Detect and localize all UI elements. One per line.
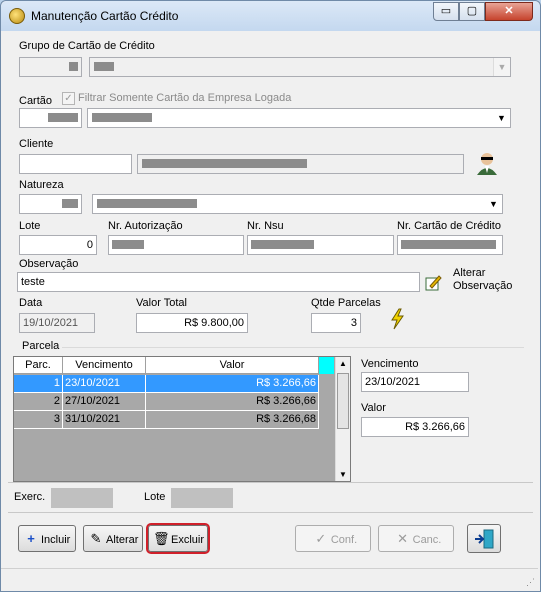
parcela-grid[interactable]: Parc. Vencimento Valor 1 23/10/2021 R$ 3… <box>13 356 351 482</box>
nr-cartao-label: Nr. Cartão de Crédito <box>397 220 501 232</box>
natureza-label: Natureza <box>19 179 64 191</box>
nr-cartao-field[interactable] <box>397 235 503 255</box>
parcela-valor-field[interactable]: R$ 3.266,66 <box>361 417 469 437</box>
filtrar-label: Filtrar Somente Cartão da Empresa Logada <box>78 92 292 104</box>
client-search-icon[interactable] <box>474 151 500 175</box>
add-icon: + <box>27 531 35 546</box>
grid-header: Parc. Vencimento Valor <box>14 357 319 374</box>
data-field: 19/10/2021 <box>19 313 95 333</box>
nr-autorizacao-field[interactable] <box>108 235 244 255</box>
conf-button[interactable]: ✓ Conf. <box>295 525 371 552</box>
nr-nsu-field[interactable] <box>247 235 394 255</box>
table-row[interactable]: 2 27/10/2021 R$ 3.266,66 <box>14 393 319 411</box>
exit-door-icon <box>475 529 494 549</box>
resize-grip-icon[interactable]: ⋰ <box>526 577 535 588</box>
cliente-label: Cliente <box>19 138 54 150</box>
valor-total-field[interactable]: R$ 9.800,00 <box>136 313 248 333</box>
lote-field[interactable]: 0 <box>19 235 97 255</box>
table-row[interactable]: 1 23/10/2021 R$ 3.266,66 <box>14 375 319 393</box>
chevron-down-icon[interactable]: ▼ <box>493 109 510 127</box>
excluir-button[interactable]: 🗑Excluir <box>146 523 210 554</box>
exit-button[interactable] <box>467 524 501 553</box>
edit-note-icon[interactable] <box>425 274 443 292</box>
check-icon: ✓ <box>315 531 327 546</box>
scroll-down-icon[interactable]: ▼ <box>336 469 350 481</box>
valor-total-label: Valor Total <box>136 297 187 309</box>
filtrar-checkbox[interactable]: ✓ <box>62 92 75 105</box>
chevron-down-icon[interactable]: ▼ <box>485 195 502 213</box>
footer-lote-field <box>171 488 233 508</box>
data-label: Data <box>19 297 43 309</box>
trash-icon: 🗑 <box>153 531 170 546</box>
minimize-button[interactable]: ▭ <box>433 2 459 21</box>
cancel-icon: ✕ <box>397 531 409 546</box>
qtde-parcelas-field[interactable]: 3 <box>311 313 361 333</box>
observacao-label: Observação <box>19 258 79 270</box>
exerc-field <box>51 488 113 508</box>
canc-button[interactable]: ✕ Canc. <box>378 525 454 552</box>
natureza-select[interactable]: ▼ <box>92 194 503 214</box>
close-icon: ✕ <box>504 5 514 17</box>
col-vencimento[interactable]: Vencimento <box>63 357 146 374</box>
grupo-label: Grupo de Cartão de Crédito <box>19 40 155 52</box>
table-row[interactable]: 3 31/10/2021 R$ 3.266,68 <box>14 411 319 429</box>
lightning-icon[interactable] <box>388 308 408 330</box>
parcela-valor-label: Valor <box>361 402 386 414</box>
cartao-select[interactable]: ▼ <box>87 108 511 128</box>
footer-lote-label: Lote <box>144 491 166 503</box>
separator <box>8 512 533 513</box>
grid-scrollbar[interactable]: ▲ ▼ <box>335 357 350 481</box>
window-title: Manutenção Cartão Crédito <box>31 9 179 23</box>
alterar-observacao-line2[interactable]: Observação <box>453 280 512 292</box>
incluir-button[interactable]: + Incluir <box>18 525 76 552</box>
scroll-up-icon[interactable]: ▲ <box>336 357 350 371</box>
col-parc[interactable]: Parc. <box>14 357 63 374</box>
grid-corner-marker <box>319 357 334 374</box>
grupo-select[interactable]: ▼ <box>89 57 511 77</box>
alterar-button[interactable]: ✎ Alterar <box>83 525 143 552</box>
separator <box>8 482 533 483</box>
maximize-button[interactable]: ▢ <box>459 2 485 21</box>
parcela-group-line <box>62 347 524 348</box>
coin-icon <box>9 8 25 24</box>
grupo-code-field[interactable] <box>19 57 82 77</box>
edit-icon: ✎ <box>90 531 102 546</box>
col-valor[interactable]: Valor <box>146 357 319 374</box>
cliente-name-field <box>137 154 464 174</box>
close-button[interactable]: ✕ <box>485 2 533 21</box>
minimize-icon: ▭ <box>440 5 452 17</box>
parcela-vencimento-label: Vencimento <box>361 358 419 370</box>
cartao-code-field[interactable] <box>19 108 82 128</box>
cartao-label: Cartão <box>19 95 53 107</box>
nr-autorizacao-label: Nr. Autorização <box>108 220 183 232</box>
qtde-parcelas-label: Qtde Parcelas <box>311 297 381 309</box>
status-bar: ⋰ <box>1 568 538 590</box>
nr-nsu-label: Nr. Nsu <box>247 220 284 232</box>
maximize-icon: ▢ <box>466 5 478 17</box>
title-bar[interactable]: Manutenção Cartão Crédito ▭ ▢ ✕ <box>1 1 540 31</box>
natureza-code-field[interactable] <box>19 194 82 214</box>
observacao-field[interactable]: teste <box>17 272 420 292</box>
parcela-vencimento-field[interactable]: 23/10/2021 <box>361 372 469 392</box>
chevron-down-icon[interactable]: ▼ <box>493 58 510 76</box>
cliente-code-field[interactable] <box>19 154 132 174</box>
alterar-observacao-line1[interactable]: Alterar <box>453 267 485 279</box>
parcela-label: Parcela <box>22 340 60 352</box>
exerc-label: Exerc. <box>14 491 46 503</box>
lote-label: Lote <box>19 220 41 232</box>
scroll-thumb[interactable] <box>337 373 349 429</box>
